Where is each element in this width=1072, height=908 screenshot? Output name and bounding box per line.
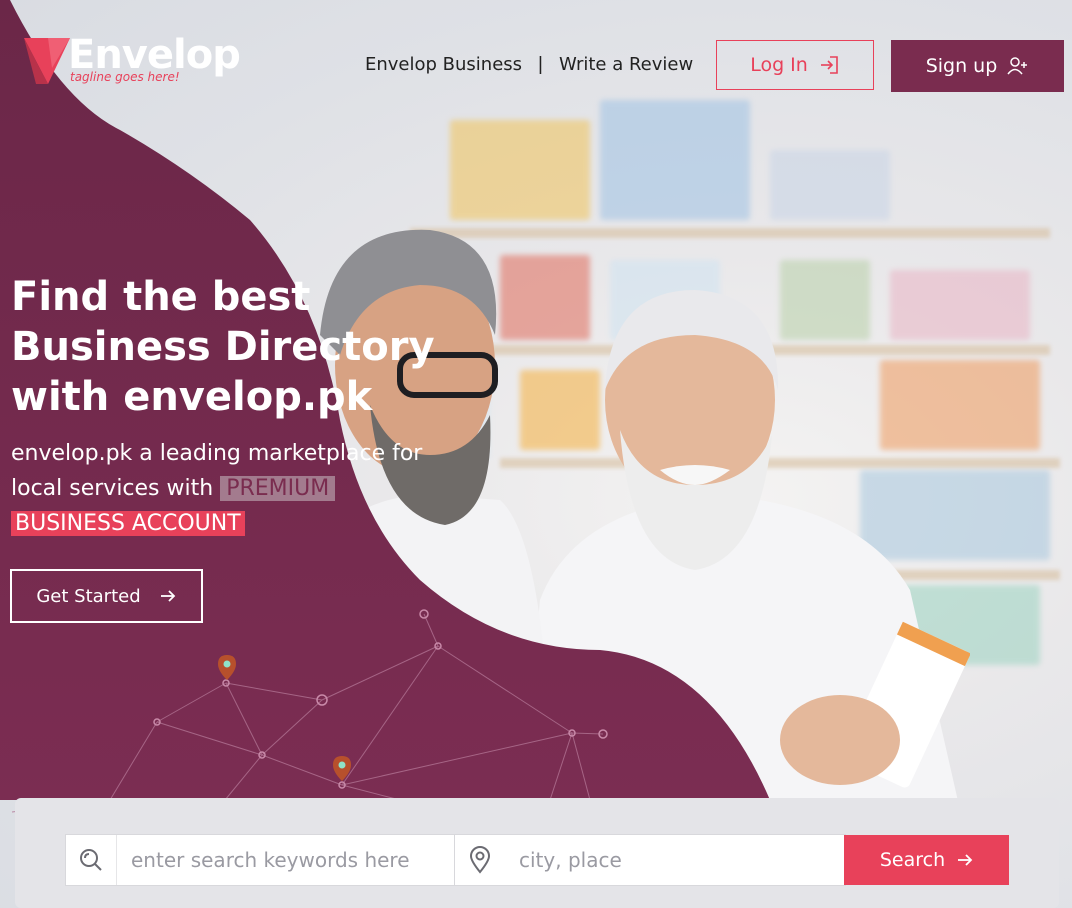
map-pin-icon bbox=[469, 846, 491, 874]
search-icon-cell bbox=[66, 835, 117, 885]
get-started-button[interactable]: Get Started bbox=[10, 569, 203, 623]
hero-subtitle: envelop.pk a leading marketplace for loc… bbox=[11, 436, 461, 541]
top-navigation: Envelop Business | Write a Review bbox=[365, 54, 693, 76]
nav-separator: | bbox=[538, 54, 543, 75]
login-button[interactable]: Log In bbox=[716, 40, 874, 90]
search-icon bbox=[80, 849, 102, 871]
signup-button-label: Sign up bbox=[925, 55, 998, 77]
arrow-right-icon bbox=[958, 854, 973, 866]
location-icon-cell bbox=[455, 835, 505, 885]
write-review-link[interactable]: Write a Review bbox=[559, 54, 693, 76]
add-user-icon bbox=[1007, 57, 1028, 75]
subtitle-text: envelop.pk a leading marketplace for loc… bbox=[11, 441, 423, 501]
arrow-right-icon bbox=[160, 590, 175, 602]
login-button-label: Log In bbox=[750, 54, 808, 76]
search-button[interactable]: Search bbox=[844, 835, 1009, 885]
keyword-search-box bbox=[65, 834, 455, 886]
headline-line-3: with envelop.pk bbox=[11, 374, 373, 420]
location-search-box bbox=[454, 834, 846, 886]
hero-headline: Find the best Business Directory with en… bbox=[11, 272, 435, 422]
get-started-label: Get Started bbox=[36, 585, 141, 607]
headline-line-1: Find the best bbox=[11, 274, 311, 320]
search-button-label: Search bbox=[879, 849, 946, 871]
envelop-logo-icon bbox=[24, 38, 70, 84]
premium-highlight: PREMIUM bbox=[220, 476, 336, 501]
logo-tagline: tagline goes here! bbox=[70, 70, 180, 84]
location-search-input[interactable] bbox=[505, 835, 845, 885]
signup-button[interactable]: Sign up bbox=[891, 40, 1064, 92]
keyword-search-input[interactable] bbox=[117, 835, 454, 885]
envelop-business-link[interactable]: Envelop Business bbox=[365, 54, 522, 76]
business-account-highlight: BUSINESS ACCOUNT bbox=[11, 511, 245, 536]
login-icon bbox=[820, 56, 838, 74]
headline-line-2: Business Directory bbox=[11, 324, 435, 370]
